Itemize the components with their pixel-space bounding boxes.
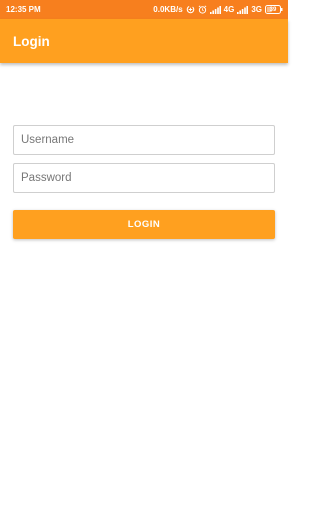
password-field[interactable] bbox=[13, 163, 275, 193]
username-field[interactable] bbox=[13, 125, 275, 155]
battery-level: 39 bbox=[269, 6, 277, 13]
login-button[interactable]: LOGIN bbox=[13, 210, 275, 239]
status-indicators: 0.0KB/s 4G 3G 39 bbox=[153, 5, 283, 14]
battery-icon: 39 bbox=[265, 5, 283, 14]
signal-icon bbox=[237, 5, 249, 14]
alarm-icon bbox=[198, 5, 207, 14]
username-input[interactable] bbox=[14, 126, 274, 154]
status-time: 12:35 PM bbox=[6, 5, 41, 14]
sim1-network-type: 4G bbox=[223, 5, 235, 14]
sim2-network-type: 3G bbox=[251, 5, 262, 14]
network-speed: 0.0KB/s bbox=[153, 5, 183, 14]
password-input[interactable] bbox=[14, 164, 274, 192]
data-saver-icon bbox=[186, 5, 195, 14]
signal-icon bbox=[209, 5, 221, 14]
page-title: Login bbox=[13, 33, 50, 49]
status-bar: 12:35 PM 0.0KB/s 4G 3G 39 bbox=[0, 0, 288, 19]
app-bar: Login bbox=[0, 19, 288, 63]
login-button-label: LOGIN bbox=[127, 219, 161, 230]
